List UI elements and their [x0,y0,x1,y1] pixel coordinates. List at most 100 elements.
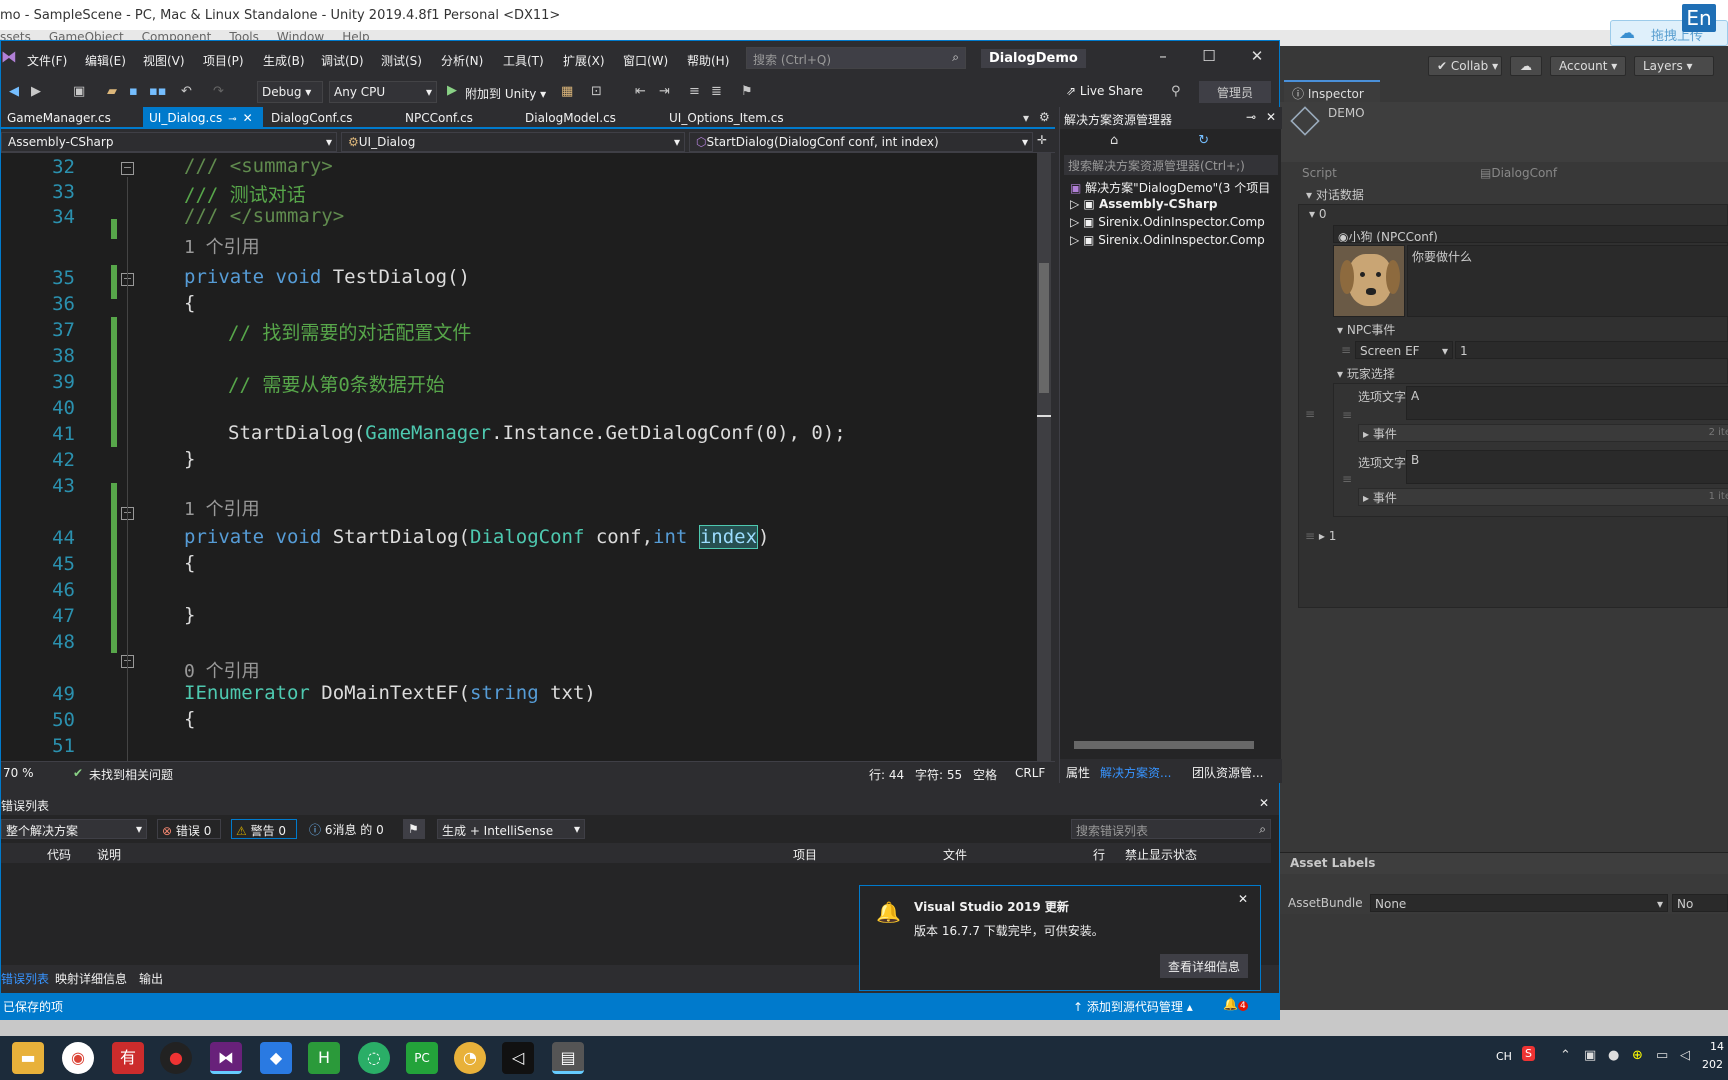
config-select[interactable]: Debug ▾ [257,81,323,103]
errors-filter[interactable]: ⊗ 错误 0 [157,819,221,839]
element-1-foldout[interactable]: ≡ ▸ 1 [1305,529,1336,543]
npc-event-type-select[interactable]: Screen EF ▾ [1355,341,1453,359]
uncomment-icon[interactable]: ≣ [711,84,722,99]
project-nav-select[interactable]: Assembly-CSharp ▾ [1,132,337,152]
tray-chevron-icon[interactable]: ⌃ [1560,1048,1571,1063]
dialog-text-area[interactable]: 你要做什么 [1407,245,1728,317]
tab-mapping-details[interactable]: 映射详细信息 [55,970,127,987]
layers-dropdown[interactable]: Layers ▾ [1634,56,1714,76]
tab-output[interactable]: 输出 [139,970,163,987]
close-icon[interactable]: ✕ [1259,796,1269,810]
hbuilder-icon[interactable]: H [308,1042,340,1074]
npc-object-field[interactable]: ◉小狗 (NPCConf) [1333,225,1728,243]
minimize-button[interactable]: – [1151,47,1175,69]
split-icon[interactable]: ✛ [1037,133,1047,147]
feedback-icon[interactable]: ⚲ [1171,84,1181,99]
pycharm-icon[interactable]: PC [406,1042,438,1074]
app-icon[interactable]: ◔ [454,1042,486,1074]
file-explorer-icon[interactable]: ▬ [12,1042,44,1074]
notification-close-icon[interactable]: ✕ [1238,892,1248,906]
asset-bundle-variant-select[interactable]: No [1672,894,1728,912]
menu-help[interactable]: 帮助(H) [687,52,729,69]
collab-dropdown[interactable]: ✔ Collab ▾ [1428,56,1502,76]
save-icon[interactable]: ▪ [129,84,138,99]
tab-dialogmodel[interactable]: DialogModel.cs [519,107,659,129]
tab-error-list[interactable]: 错误列表 [1,970,49,987]
reference-count[interactable]: 1 个引用 [184,495,260,521]
sogou-icon[interactable]: S [1522,1046,1535,1061]
menu-test[interactable]: 测试(S) [381,52,422,69]
microphone-icon[interactable]: ● [1608,1048,1619,1063]
menu-file[interactable]: 文件(F) [27,52,67,69]
menu-window[interactable]: 窗口(W) [623,52,668,69]
tray-app-icon[interactable]: ▣ [1584,1048,1596,1063]
input-language[interactable]: CH [1496,1050,1512,1063]
scope-select[interactable]: 整个解决方案 ▾ [1,819,147,839]
drag-handle[interactable]: ≡ [1342,472,1352,486]
account-dropdown[interactable]: Account ▾ [1550,56,1626,76]
network-icon[interactable]: ▭ [1656,1048,1668,1063]
script-field[interactable]: ▤DialogConf [1480,166,1557,180]
col-suppression[interactable]: 禁止显示状态 [1125,846,1197,863]
maximize-button[interactable]: ☐ [1197,47,1221,69]
chrome-icon[interactable]: ◉ [62,1042,94,1074]
forward-icon[interactable]: ▶ [31,84,41,99]
editor-scrollbar[interactable] [1037,153,1051,761]
solution-root[interactable]: ▣ 解决方案"DialogDemo"(3 个项目 [1070,179,1270,196]
zoom-level[interactable]: 70 % [3,766,34,780]
tab-npcconf[interactable]: NPCConf.cs [399,107,517,129]
option-a-text-field[interactable]: A [1406,386,1728,420]
redo-icon[interactable]: ↷ [213,84,224,99]
list-drag-handle[interactable]: ≡ [1305,407,1315,421]
comment-icon[interactable]: ≡ [689,84,700,99]
volume-icon[interactable]: ◁ [1680,1048,1690,1063]
feishu-icon[interactable]: ◆ [260,1042,292,1074]
platform-select[interactable]: Any CPU ▾ [329,81,437,103]
tab-gamemanager[interactable]: GameManager.cs [1,107,143,129]
view-details-button[interactable]: 查看详细信息 [1159,954,1248,978]
reference-count[interactable]: 1 个引用 [184,233,260,259]
npc-event-foldout[interactable]: ▾ NPC事件 [1337,321,1395,338]
pin-icon[interactable]: ⊸ [1246,110,1256,124]
menu-project[interactable]: 项目(P) [203,52,244,69]
col-description[interactable]: 说明 [97,846,121,863]
drag-handle[interactable]: ≡ [1342,408,1352,422]
code-editor[interactable]: − − − − 32 33 34 35 36 37 38 39 40 41 42… [1,153,1037,761]
cloud-button[interactable]: ☁ [1510,56,1542,76]
option-a-events-foldout[interactable]: ▸ 事件 2 ite [1358,424,1728,442]
record-icon[interactable]: ● [160,1042,192,1074]
horizontal-scrollbar[interactable] [1074,741,1254,749]
npc-event-value-field[interactable]: 1 [1455,341,1728,359]
option-b-text-field[interactable]: B [1406,450,1728,484]
messages-filter[interactable]: ⓘ 6消息 的 0 [305,819,393,839]
tray-plus-icon[interactable]: ⊕ [1632,1048,1643,1063]
menu-tools[interactable]: 工具(T) [503,52,544,69]
player-choice-foldout[interactable]: ▾ 玩家选择 [1337,365,1395,382]
ime-en-badge[interactable]: En [1682,4,1716,32]
play-icon[interactable]: ▶ [447,83,457,98]
clock-time[interactable]: 14 [1710,1040,1724,1053]
undo-icon[interactable]: ↶ [181,84,192,99]
inspector-tab[interactable]: ⓘ Inspector [1284,80,1380,102]
back-icon[interactable]: ◀ [9,84,19,99]
col-file[interactable]: 文件 [943,846,967,863]
unity-icon[interactable]: ◁ [502,1042,534,1074]
drag-handle[interactable]: ≡ [1341,343,1351,357]
attach-unity-button[interactable]: 附加到 Unity ▾ [465,85,546,102]
class-nav-select[interactable]: ⚙UI_Dialog ▾ [341,132,685,152]
col-line[interactable]: 行 [1093,846,1105,863]
tab-dialogconf[interactable]: DialogConf.cs [265,107,395,129]
solution-search-input[interactable]: 搜索解决方案资源管理器(Ctrl+;) [1064,155,1278,175]
format-icon[interactable]: ⇤ [635,84,646,99]
menu-analyze[interactable]: 分析(N) [441,52,483,69]
indent-icon[interactable]: ⇥ [659,84,670,99]
option-b-events-foldout[interactable]: ▸ 事件 1 ite [1358,488,1728,506]
settings-gear-icon[interactable]: ⚙ [1039,110,1050,124]
clock-date[interactable]: 202 [1702,1058,1723,1071]
error-search-input[interactable]: 搜索错误列表 ⌕ [1071,819,1271,839]
bookmark-icon[interactable]: ⚑ [741,84,753,99]
tab-ui-options-item[interactable]: UI_Options_Item.cs [663,107,823,129]
build-filter-select[interactable]: 生成 + IntelliSense ▾ [437,819,585,839]
asset-bundle-select[interactable]: None ▾ [1370,894,1668,912]
tab-properties[interactable]: 属性 [1066,764,1090,781]
